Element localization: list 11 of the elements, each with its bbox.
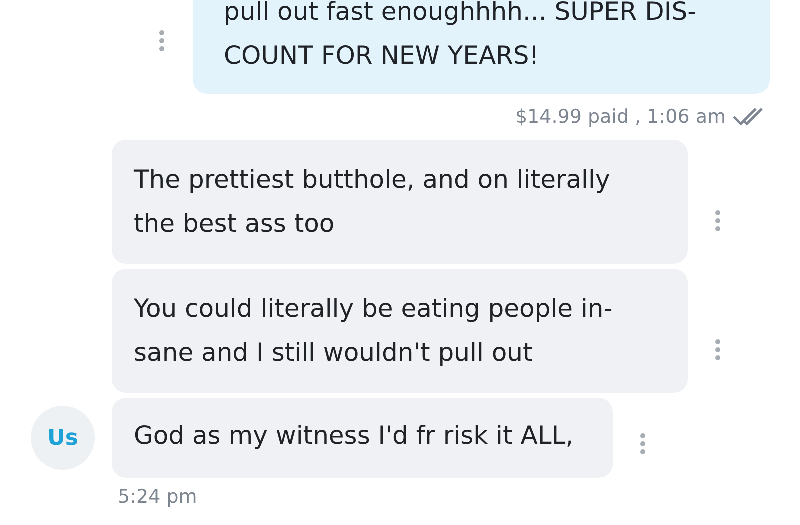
message-bubble: pull out fast enoughhhh... SUPER DIS- COUNT FOR NEW YEARS! xyxy=(193,0,770,94)
avatar[interactable]: Us xyxy=(31,406,95,470)
more-icon[interactable] xyxy=(715,339,721,361)
more-icon[interactable] xyxy=(159,30,165,52)
message-bubble: The prettiest butthole, and on literally the best ass too xyxy=(112,140,688,264)
more-icon[interactable] xyxy=(640,433,646,455)
more-icon[interactable] xyxy=(715,210,721,232)
message-time: 5:24 pm xyxy=(118,486,198,508)
message-status: $14.99 paid , 1:06 am xyxy=(515,106,726,128)
message-bubble: You could literally be eating people in- sane and I still wouldn't pull out xyxy=(112,269,688,393)
message-bubble: God as my witness I'd fr risk it ALL, xyxy=(112,398,613,478)
